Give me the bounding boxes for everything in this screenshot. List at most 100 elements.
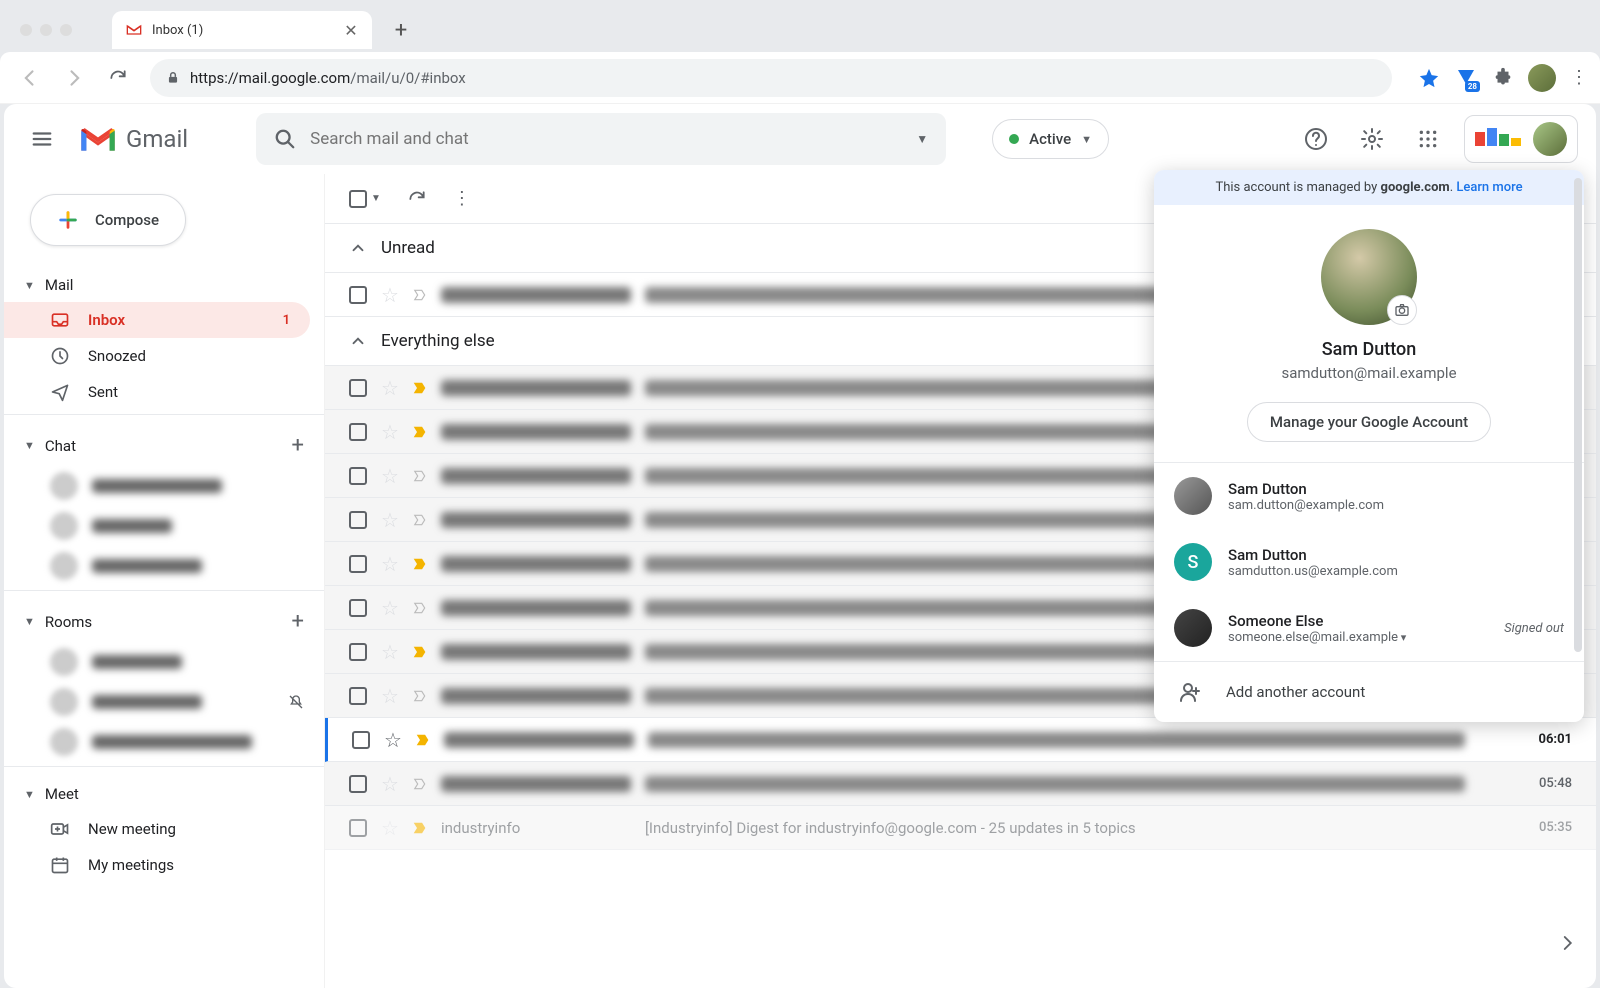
change-photo-button[interactable] <box>1387 295 1417 325</box>
close-window[interactable] <box>20 24 32 36</box>
calendar-icon <box>50 855 70 875</box>
nav-sent[interactable]: Sent <box>4 374 310 410</box>
minimize-window[interactable] <box>40 24 52 36</box>
star-icon[interactable]: ☆ <box>381 420 399 444</box>
mail-section-header[interactable]: ▼Mail <box>4 268 324 302</box>
importance-marker-icon[interactable] <box>413 777 427 791</box>
support-icon[interactable] <box>1296 119 1336 159</box>
back-button[interactable] <box>12 60 48 96</box>
row-checkbox[interactable] <box>349 599 367 617</box>
row-checkbox[interactable] <box>349 643 367 661</box>
reload-button[interactable] <box>100 60 136 96</box>
status-chip[interactable]: Active ▼ <box>992 119 1109 159</box>
account-switcher[interactable] <box>1464 115 1578 163</box>
email-row[interactable]: ☆industryinfo[Industryinfo] Digest for i… <box>325 806 1596 850</box>
row-checkbox[interactable] <box>349 467 367 485</box>
chat-contact[interactable] <box>4 506 324 546</box>
importance-marker-icon[interactable] <box>413 557 427 571</box>
importance-marker-icon[interactable] <box>413 469 427 483</box>
checkbox-icon <box>349 190 367 208</box>
gmail-logo[interactable]: Gmail <box>78 124 188 154</box>
nav-snoozed[interactable]: Snoozed <box>4 338 310 374</box>
importance-marker-icon[interactable] <box>413 288 427 302</box>
star-icon[interactable]: ☆ <box>381 596 399 620</box>
browser-chrome: Inbox (1) ✕ + https://mail.google.com/ma… <box>0 0 1600 104</box>
star-icon[interactable]: ☆ <box>381 508 399 532</box>
browser-profile-avatar[interactable] <box>1528 64 1556 92</box>
settings-icon[interactable] <box>1352 119 1392 159</box>
tab-close-icon[interactable]: ✕ <box>344 23 358 37</box>
row-checkbox[interactable] <box>349 687 367 705</box>
chat-section-header[interactable]: ▼Chat+ <box>4 425 324 466</box>
star-icon[interactable]: ☆ <box>381 464 399 488</box>
account-row[interactable]: Someone Elsesomeone.else@mail.example ▾S… <box>1154 595 1584 661</box>
row-checkbox[interactable] <box>349 379 367 397</box>
star-icon[interactable]: ☆ <box>381 283 399 307</box>
forward-button[interactable] <box>56 60 92 96</box>
nav-my-meetings[interactable]: My meetings <box>4 847 310 883</box>
compose-button[interactable]: Compose <box>30 194 186 246</box>
manage-account-button[interactable]: Manage your Google Account <box>1247 402 1491 442</box>
row-checkbox[interactable] <box>349 819 367 837</box>
search-input[interactable] <box>310 129 902 149</box>
room-item[interactable] <box>4 642 324 682</box>
popup-scrollbar[interactable] <box>1574 178 1582 652</box>
account-row[interactable]: SSam Duttonsamdutton.us@example.com <box>1154 529 1584 595</box>
chat-contact[interactable] <box>4 546 324 586</box>
star-icon[interactable]: ☆ <box>381 684 399 708</box>
importance-marker-icon[interactable] <box>413 821 427 835</box>
star-icon[interactable]: ☆ <box>381 816 399 840</box>
importance-marker-icon[interactable] <box>416 733 430 747</box>
add-account-button[interactable]: Add another account <box>1154 661 1584 722</box>
main-menu-icon[interactable] <box>22 119 62 159</box>
row-checkbox[interactable] <box>349 511 367 529</box>
window-controls[interactable] <box>20 24 72 36</box>
importance-marker-icon[interactable] <box>413 601 427 615</box>
chat-contact[interactable] <box>4 466 324 506</box>
nav-new-meeting[interactable]: New meeting <box>4 811 310 847</box>
row-checkbox[interactable] <box>349 286 367 304</box>
room-item[interactable] <box>4 722 324 762</box>
row-checkbox[interactable] <box>352 731 370 749</box>
browser-menu-icon[interactable]: ⋮ <box>1570 67 1588 88</box>
more-actions-icon[interactable]: ⋮ <box>453 188 471 209</box>
email-row[interactable]: ☆05:48 <box>325 762 1596 806</box>
importance-marker-icon[interactable] <box>413 425 427 439</box>
new-tab-button[interactable]: + <box>386 15 416 45</box>
nav-inbox[interactable]: Inbox1 <box>4 302 310 338</box>
add-chat-icon[interactable]: + <box>292 433 304 458</box>
star-icon[interactable]: ☆ <box>381 376 399 400</box>
room-item[interactable] <box>4 682 324 722</box>
rooms-section-header[interactable]: ▼Rooms+ <box>4 601 324 642</box>
lock-icon <box>166 71 180 85</box>
search-options-icon[interactable]: ▼ <box>916 132 928 146</box>
star-icon[interactable]: ☆ <box>381 552 399 576</box>
select-all[interactable]: ▼ <box>349 190 381 208</box>
extensions-menu-icon[interactable] <box>1492 67 1514 89</box>
address-bar[interactable]: https://mail.google.com/mail/u/0/#inbox <box>150 59 1392 97</box>
row-checkbox[interactable] <box>349 775 367 793</box>
email-row[interactable]: ☆06:01 <box>325 718 1596 762</box>
importance-marker-icon[interactable] <box>413 689 427 703</box>
meet-section-header[interactable]: ▼Meet <box>4 777 324 811</box>
add-room-icon[interactable]: + <box>292 609 304 634</box>
apps-grid-icon[interactable] <box>1408 119 1448 159</box>
status-dot-icon <box>1009 134 1019 144</box>
importance-marker-icon[interactable] <box>413 513 427 527</box>
row-checkbox[interactable] <box>349 555 367 573</box>
row-checkbox[interactable] <box>349 423 367 441</box>
search-box[interactable]: ▼ <box>256 113 946 165</box>
side-panel-toggle[interactable] <box>1552 928 1582 958</box>
refresh-button[interactable] <box>407 189 427 209</box>
learn-more-link[interactable]: Learn more <box>1456 180 1522 195</box>
extension-icon[interactable]: 28 <box>1454 66 1478 90</box>
account-row[interactable]: Sam Duttonsam.dutton@example.com <box>1154 463 1584 529</box>
importance-marker-icon[interactable] <box>413 381 427 395</box>
importance-marker-icon[interactable] <box>413 645 427 659</box>
browser-tab[interactable]: Inbox (1) ✕ <box>112 11 372 49</box>
star-icon[interactable]: ☆ <box>381 640 399 664</box>
maximize-window[interactable] <box>60 24 72 36</box>
bookmark-star-icon[interactable] <box>1418 67 1440 89</box>
star-icon[interactable]: ☆ <box>384 728 402 752</box>
star-icon[interactable]: ☆ <box>381 772 399 796</box>
